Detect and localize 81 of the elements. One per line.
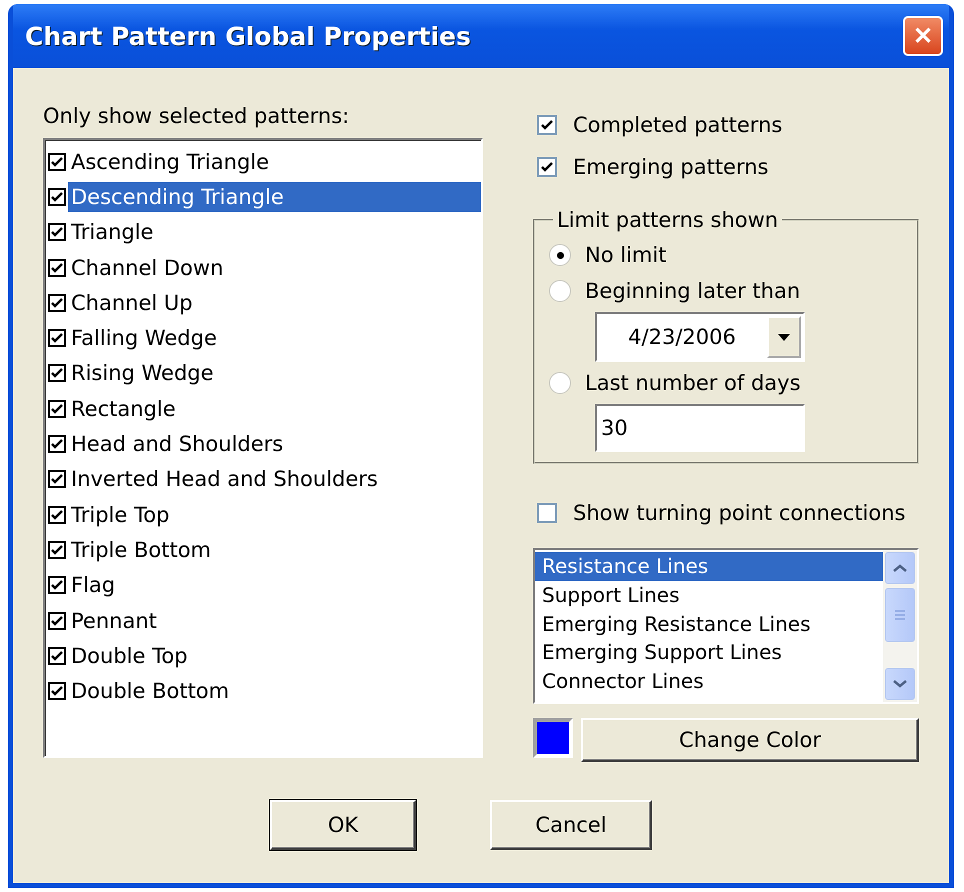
checkmark-icon — [50, 684, 64, 698]
list-item[interactable]: Emerging Resistance Lines — [535, 610, 883, 638]
checkmark-icon — [50, 402, 64, 416]
list-item[interactable]: Channel Up — [68, 288, 196, 318]
list-item[interactable]: Pennant — [68, 606, 160, 636]
list-item[interactable]: Emerging Support Lines — [535, 638, 883, 668]
checkbox[interactable] — [537, 157, 557, 177]
list-item[interactable]: Triangle — [68, 217, 156, 248]
grip-icon — [895, 610, 905, 620]
checkmark-icon — [50, 296, 64, 310]
list-item[interactable]: Inverted Head and Shoulders — [68, 464, 381, 494]
list-item[interactable]: Connector Lines — [535, 667, 883, 696]
checkbox[interactable] — [48, 612, 66, 630]
radio-button[interactable] — [549, 372, 571, 394]
list-item[interactable]: Rectangle — [68, 394, 179, 424]
change-color-button[interactable]: Change Color — [581, 718, 919, 762]
radio-label: Beginning later than — [585, 279, 800, 303]
list-item[interactable]: Falling Wedge — [68, 323, 220, 354]
checkmark-icon — [50, 648, 64, 663]
checkbox-label: Show turning point connections — [573, 501, 906, 525]
chevron-up-icon — [893, 564, 907, 572]
radio-button[interactable] — [549, 280, 571, 302]
list-item[interactable]: Flag — [68, 570, 118, 600]
dropdown-button[interactable] — [767, 316, 801, 358]
checkmark-icon — [50, 154, 64, 169]
checkbox[interactable] — [537, 115, 557, 135]
checkmark-icon — [50, 578, 64, 592]
checkmark-icon — [50, 542, 64, 557]
list-item[interactable]: Rising Wedge — [68, 358, 217, 388]
checkbox[interactable] — [48, 400, 66, 418]
list-item[interactable]: Ascending Triangle — [68, 146, 272, 177]
checkbox[interactable] — [48, 540, 66, 559]
checkbox[interactable] — [48, 506, 66, 524]
group-title: Limit patterns shown — [556, 208, 780, 232]
cancel-button[interactable]: Cancel — [490, 800, 652, 850]
checkmark-icon — [50, 260, 64, 275]
checkbox[interactable] — [48, 258, 66, 277]
chevron-down-icon — [893, 680, 907, 688]
checkbox-label: Completed patterns — [573, 113, 782, 137]
checkmark-icon — [50, 331, 64, 346]
window-title: Chart Pattern Global Properties — [25, 22, 471, 50]
checkmark-icon — [50, 190, 64, 204]
checkmark-icon — [50, 225, 64, 240]
checkmark-icon — [50, 614, 64, 628]
scrollbar[interactable] — [883, 550, 917, 702]
checkbox[interactable] — [48, 223, 66, 242]
caret-icon — [778, 334, 790, 340]
checkbox[interactable] — [48, 188, 66, 206]
days-field[interactable]: 30 — [595, 404, 805, 452]
checkmark-icon — [50, 366, 64, 380]
list-item[interactable]: Double Top — [68, 640, 191, 671]
checkmark-icon — [540, 160, 554, 174]
date-dropdown[interactable]: 4/23/2006 — [595, 312, 805, 362]
list-item[interactable]: Head and Shoulders — [68, 429, 286, 460]
list-item[interactable]: Support Lines — [535, 580, 883, 610]
list-item[interactable]: Triple Bottom — [68, 534, 214, 565]
list-item[interactable]: Channel Down — [68, 252, 226, 283]
checkbox[interactable] — [48, 152, 66, 171]
list-label: Only show selected patterns: — [43, 104, 350, 128]
checkmark-icon — [540, 118, 554, 132]
checkbox-label: Emerging patterns — [573, 155, 768, 179]
radio-label: Last number of days — [585, 371, 801, 395]
checkbox[interactable] — [537, 503, 557, 523]
checkbox[interactable] — [48, 294, 66, 312]
radio-label: No limit — [585, 243, 666, 267]
checkbox[interactable] — [48, 329, 66, 348]
checkbox[interactable] — [48, 364, 66, 382]
checkbox[interactable] — [48, 435, 66, 454]
list-item[interactable]: Double Bottom — [68, 676, 232, 706]
ok-button[interactable]: OK — [270, 800, 416, 850]
checkbox[interactable] — [48, 576, 66, 594]
checkbox[interactable] — [48, 646, 66, 665]
checkbox[interactable] — [48, 682, 66, 700]
list-item[interactable]: Resistance Lines — [535, 552, 883, 581]
radio-button[interactable] — [549, 244, 571, 266]
list-item[interactable]: Triple Top — [68, 500, 172, 530]
list-item[interactable]: Descending Triangle — [68, 182, 481, 212]
checkmark-icon — [50, 437, 64, 452]
checkmark-icon — [50, 472, 64, 486]
checkbox[interactable] — [48, 470, 66, 488]
checkmark-icon — [50, 508, 64, 522]
